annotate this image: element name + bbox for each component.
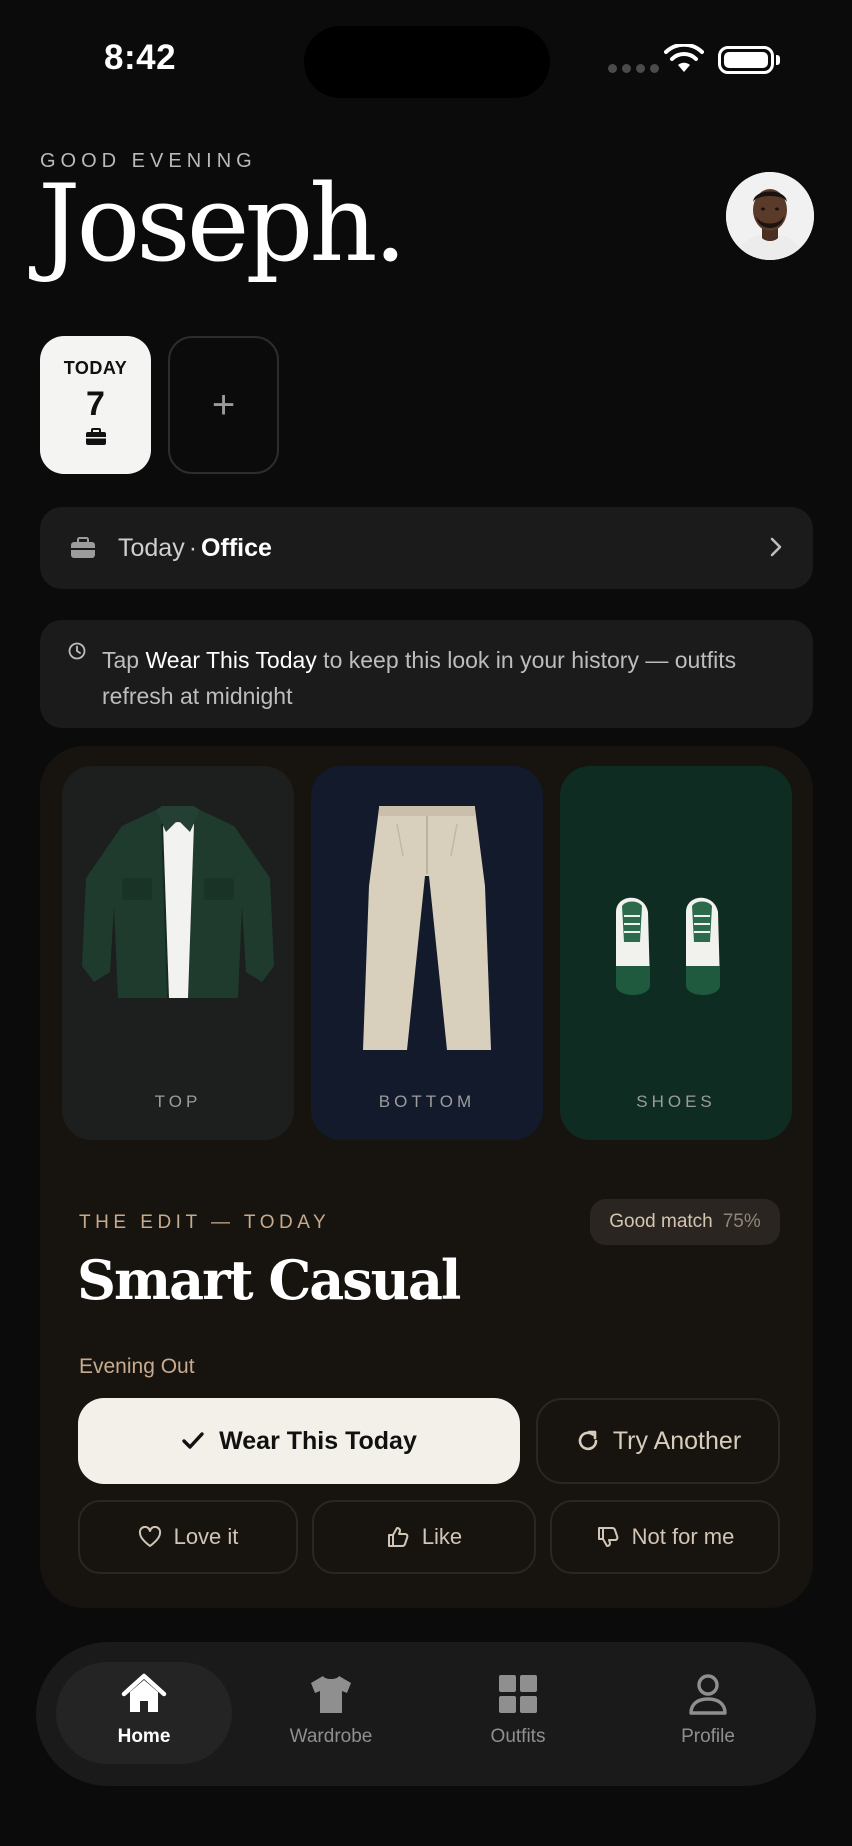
person-icon — [689, 1674, 727, 1715]
add-date-button[interactable]: + — [168, 336, 279, 474]
thumbs-down-icon — [597, 1527, 619, 1547]
dislike-label: Not for me — [631, 1524, 735, 1549]
try-button-label: Try Another — [612, 1426, 742, 1455]
status-time: 8:42 — [104, 38, 177, 77]
shirt-icon — [311, 1676, 351, 1713]
love-label: Love it — [173, 1524, 239, 1549]
cellular-signal-icon — [608, 64, 659, 73]
battery-icon — [718, 46, 774, 74]
heart-icon — [138, 1526, 161, 1547]
outfit-piece-shoes[interactable]: SHOES — [560, 766, 792, 1140]
like-label: Like — [421, 1524, 463, 1549]
outfit-piece-label: SHOES — [636, 1092, 716, 1111]
nav-item-outfits[interactable]: Outfits — [430, 1662, 606, 1764]
date-chip-label: TODAY — [63, 358, 128, 378]
match-badge: Good match 75% — [590, 1199, 780, 1245]
plus-icon: + — [211, 382, 236, 427]
user-name: Joseph. — [38, 162, 407, 285]
outfit-piece-top[interactable]: TOP — [62, 766, 294, 1140]
nav-label: Outfits — [490, 1726, 546, 1747]
date-chip-number: 7 — [86, 385, 105, 423]
like-button[interactable]: Like — [312, 1500, 536, 1574]
outfit-card: TOP BOTTOM SHOES THE EDIT — TODAY Good m… — [40, 746, 813, 1608]
nav-item-home[interactable]: Home — [56, 1662, 232, 1764]
occasion-day: Today — [118, 533, 185, 562]
nav-label: Profile — [681, 1726, 735, 1747]
chevron-right-icon — [770, 537, 782, 557]
info-highlight: Wear This Today — [145, 647, 317, 673]
outfit-piece-label: BOTTOM — [378, 1092, 476, 1111]
outfit-piece-bottom[interactable]: BOTTOM — [311, 766, 543, 1140]
outfit-eyebrow: THE EDIT — TODAY — [79, 1212, 331, 1233]
nav-item-profile[interactable]: Profile — [620, 1662, 796, 1764]
match-percent: 75% — [722, 1211, 761, 1232]
home-icon — [121, 1673, 167, 1712]
briefcase-icon — [71, 537, 95, 558]
info-text: Tap Wear This Today to keep this look in… — [102, 647, 737, 709]
nav-item-wardrobe[interactable]: Wardrobe — [243, 1662, 419, 1764]
grid-icon — [499, 1675, 537, 1713]
match-label: Good match — [609, 1211, 713, 1232]
thumbs-up-icon — [387, 1527, 409, 1547]
try-another-button[interactable]: Try Another — [536, 1398, 780, 1484]
nav-label: Wardrobe — [289, 1726, 373, 1747]
jacket-image — [82, 806, 274, 999]
outfit-title: Smart Casual — [77, 1248, 461, 1312]
dynamic-island — [304, 26, 550, 98]
love-it-button[interactable]: Love it — [78, 1500, 298, 1574]
wear-button-label: Wear This Today — [219, 1426, 417, 1455]
outfit-occasion: Evening Out — [79, 1355, 195, 1378]
occasion-selector[interactable]: Today · Office — [40, 507, 813, 589]
clock-icon — [68, 642, 86, 660]
not-for-me-button[interactable]: Not for me — [550, 1500, 780, 1574]
occasion-label: Today · Office — [118, 534, 272, 563]
occasion-separator: · — [188, 533, 198, 562]
checkmark-icon — [182, 1432, 204, 1449]
bottom-nav: Home Wardrobe Outfits Profile — [36, 1642, 816, 1786]
refresh-icon — [578, 1430, 598, 1451]
info-banner: Tap Wear This Today to keep this look in… — [40, 620, 813, 728]
nav-label: Home — [117, 1726, 171, 1747]
avatar[interactable] — [726, 172, 814, 260]
sneakers-image — [616, 897, 720, 995]
date-chip-today[interactable]: TODAY 7 — [40, 336, 151, 474]
wifi-icon — [664, 44, 704, 72]
briefcase-icon — [85, 428, 106, 445]
status-bar: 8:42 — [0, 0, 852, 120]
occasion-event: Office — [201, 533, 272, 562]
outfit-piece-label: TOP — [154, 1092, 202, 1111]
trousers-image — [363, 806, 491, 1050]
wear-this-today-button[interactable]: Wear This Today — [78, 1398, 520, 1484]
